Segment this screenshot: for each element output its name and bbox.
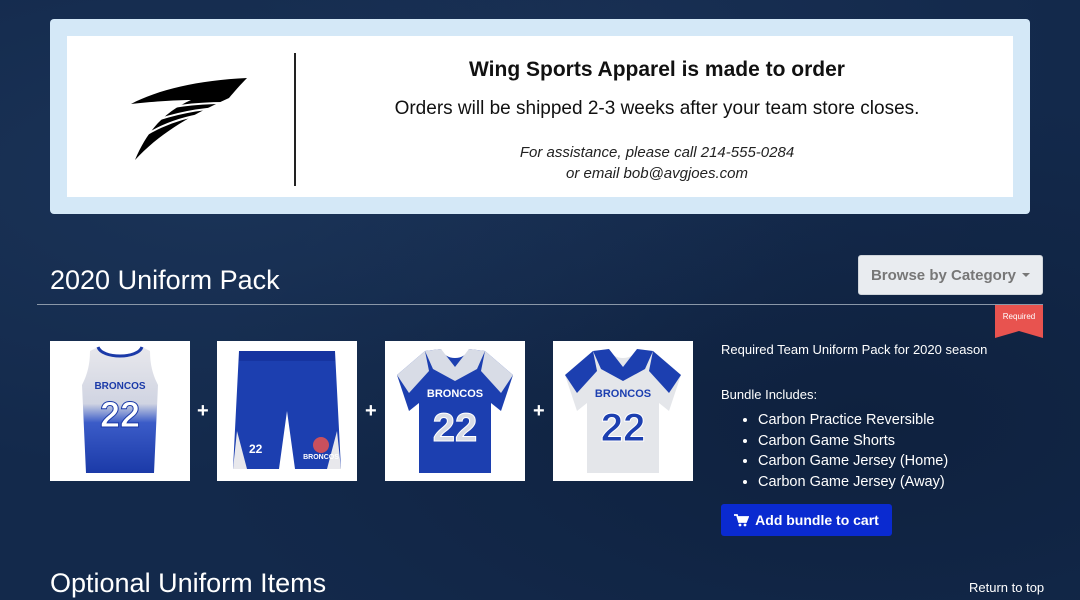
bundle-description: Required Team Uniform Pack for 2020 seas…: [721, 342, 988, 357]
browse-label: Browse by Category: [870, 266, 1017, 284]
cart-icon: [734, 513, 750, 526]
add-bundle-label: Add bundle to cart: [755, 512, 879, 528]
bundle-item: Carbon Game Shorts: [758, 431, 948, 452]
add-bundle-to-cart-button[interactable]: Add bundle to cart: [721, 504, 892, 536]
tile1-number: 22: [100, 394, 140, 435]
practice-reversible-image: BRONCOS 22: [82, 346, 158, 473]
plus-separator-1: +: [197, 400, 209, 422]
assistance-email: or email bob@avgjoes.com: [566, 165, 748, 182]
bundle-item: Carbon Game Jersey (Away): [758, 472, 948, 493]
tile4-team: BRONCOS: [595, 388, 651, 400]
tile3-team: BRONCOS: [427, 388, 483, 400]
caret-down-icon: [1022, 273, 1031, 277]
away-jersey-image: BRONCOS 22: [565, 349, 681, 473]
home-jersey-image: BRONCOS 22: [397, 349, 513, 473]
section-title-optional: Optional Uniform Items: [50, 568, 327, 598]
game-shorts-image: 22 BRONCOS: [233, 351, 341, 469]
product-tile-game-shorts[interactable]: 22 BRONCOS: [217, 341, 357, 481]
tile4-number: 22: [601, 406, 646, 450]
wing-logo-icon: [131, 78, 247, 160]
banner-panel: Wing Sports Apparel is made to order Ord…: [67, 36, 1013, 197]
bundle-item: Carbon Practice Reversible: [758, 410, 948, 431]
required-ribbon-icon: [995, 305, 1043, 338]
assistance-phone: For assistance, please call 214-555-0284: [519, 144, 795, 161]
tile2-team: BRONCOS: [303, 454, 339, 461]
info-banner: Wing Sports Apparel is made to order Ord…: [50, 19, 1030, 214]
return-to-top-link[interactable]: Return to top: [969, 580, 1044, 595]
bundle-items-list: Carbon Practice Reversible Carbon Game S…: [721, 410, 948, 492]
bundle-includes-label: Bundle Includes:: [721, 387, 818, 402]
tile3-number: 22: [433, 406, 478, 450]
tile1-team: BRONCOS: [94, 381, 145, 392]
browse-by-category-button[interactable]: Browse by Category: [858, 255, 1043, 295]
section-divider: [37, 304, 1043, 305]
product-tile-home-jersey[interactable]: BRONCOS 22: [385, 341, 525, 481]
banner-title: Wing Sports Apparel is made to order: [469, 58, 845, 81]
product-tile-away-jersey[interactable]: BRONCOS 22: [553, 341, 693, 481]
required-badge: Required: [1002, 312, 1036, 321]
banner-divider: [294, 53, 296, 186]
plus-separator-3: +: [533, 400, 545, 422]
bundle-item: Carbon Game Jersey (Home): [758, 451, 948, 472]
section-title-uniform-pack: 2020 Uniform Pack: [50, 265, 280, 295]
tile2-number: 22: [249, 442, 263, 456]
banner-subtitle: Orders will be shipped 2-3 weeks after y…: [394, 98, 920, 119]
plus-separator-2: +: [365, 400, 377, 422]
banner-assistance: For assistance, please call 214-555-0284…: [327, 142, 987, 184]
product-tile-practice-reversible[interactable]: BRONCOS 22: [50, 341, 190, 481]
